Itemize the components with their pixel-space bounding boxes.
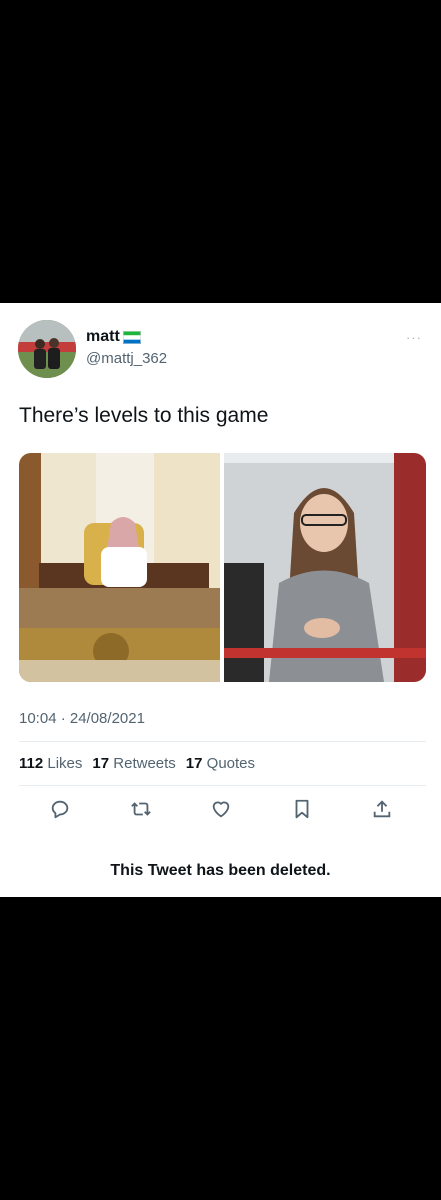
tweet-actions [0, 798, 441, 820]
avatar[interactable] [18, 320, 76, 378]
divider [19, 785, 426, 786]
like-icon[interactable] [210, 798, 232, 820]
tweet-timestamp[interactable]: 10:04 · 24/08/2021 [19, 710, 145, 727]
likes-stat[interactable]: 112 Likes [19, 755, 84, 772]
quotes-stat[interactable]: 17 Quotes [186, 755, 257, 772]
tweet-text: There’s levels to this game [19, 404, 269, 427]
retweet-icon[interactable] [130, 798, 152, 820]
quotes-label: Quotes [206, 755, 256, 772]
user-handle[interactable]: @mattj_362 [86, 350, 167, 367]
bookmark-icon[interactable] [291, 798, 313, 820]
display-name[interactable]: matt [86, 328, 120, 346]
share-icon[interactable] [371, 798, 393, 820]
author-name-row[interactable]: matt [86, 328, 141, 346]
retweets-label: Retweets [113, 755, 176, 772]
media-image-right[interactable] [224, 453, 426, 682]
deleted-notice: This Tweet has been deleted. [110, 862, 331, 879]
quotes-count: 17 [185, 755, 203, 772]
tweet-card: matt @mattj_362 ··· There’s levels to th… [0, 303, 441, 897]
retweets-count: 17 [92, 755, 110, 772]
media-image-left[interactable] [19, 453, 220, 682]
tweet-stats: 112 Likes 17 Retweets 17 Quotes [19, 755, 257, 772]
reply-icon[interactable] [49, 798, 71, 820]
tweet-media[interactable] [19, 453, 426, 682]
flag-icon [122, 330, 141, 344]
divider [19, 741, 426, 742]
retweets-stat[interactable]: 17 Retweets [92, 755, 177, 772]
likes-count: 112 [19, 755, 44, 772]
likes-label: Likes [47, 755, 83, 772]
more-options-icon[interactable]: ··· [406, 330, 422, 345]
